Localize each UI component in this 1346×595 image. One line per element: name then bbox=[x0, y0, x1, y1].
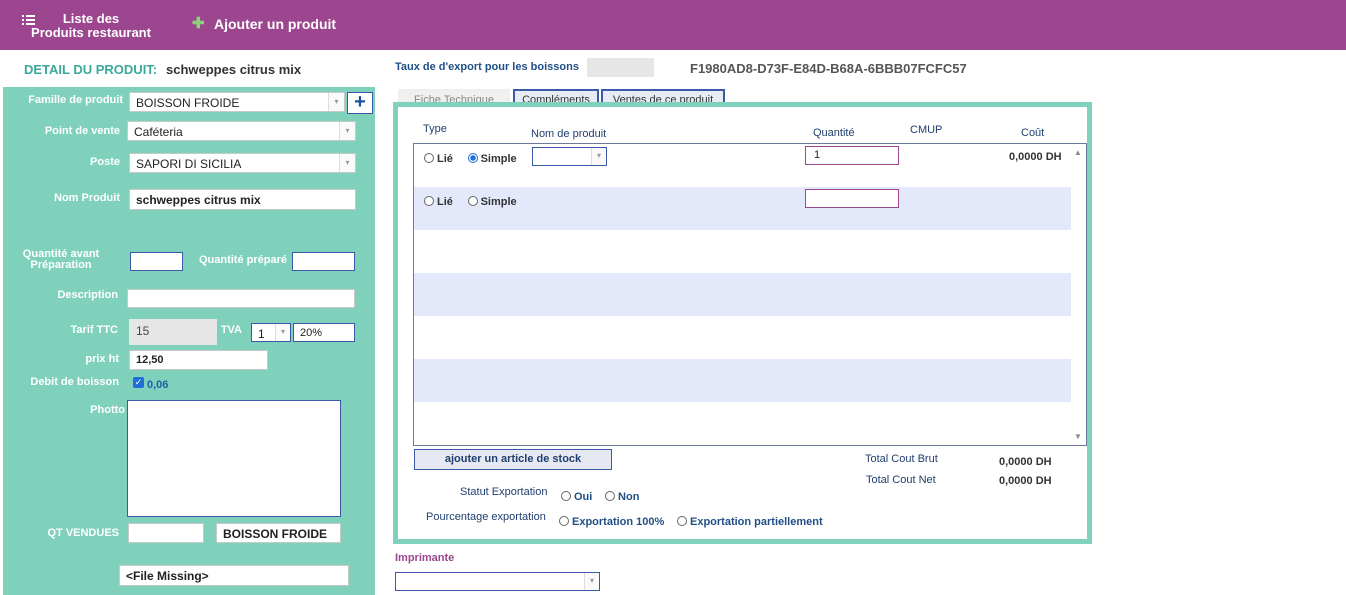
printer-label: Imprimante bbox=[395, 552, 455, 564]
famille-label: Famille de produit bbox=[28, 94, 123, 106]
nav-list-products[interactable]: Liste des Produits restaurant bbox=[30, 12, 152, 40]
radio-export-100-label: Exportation 100% bbox=[572, 516, 665, 528]
col-header-cout: Coût bbox=[1021, 127, 1045, 139]
poste-label: Poste bbox=[90, 156, 120, 168]
tva-label: TVA bbox=[220, 324, 242, 336]
scroll-up-icon[interactable]: ▲ bbox=[1074, 148, 1082, 157]
radio-lie-label: Lié bbox=[437, 153, 453, 165]
point-vente-select-value: Caféteria bbox=[134, 125, 183, 139]
qte-avant-label: Quantité avant Préparation bbox=[22, 248, 100, 271]
radio-export-100[interactable] bbox=[559, 516, 569, 526]
export-rate-label: Taux de d'export pour les boissons bbox=[395, 61, 579, 73]
poste-select[interactable]: SAPORI DI SICILIA ▾ bbox=[129, 153, 356, 173]
radio-simple-label: Simple bbox=[480, 196, 517, 208]
statut-export-radios: Oui Non bbox=[561, 489, 639, 503]
prix-ht-input[interactable]: 12,50 bbox=[129, 350, 268, 370]
tarif-label: Tarif TTC bbox=[70, 324, 118, 336]
chevron-down-icon: ▾ bbox=[584, 573, 599, 590]
radio-oui-label: Oui bbox=[574, 491, 593, 503]
grid-scrollbar[interactable]: ▲ ▼ bbox=[1071, 144, 1086, 445]
chevron-down-icon: ▾ bbox=[591, 148, 606, 165]
radio-oui[interactable] bbox=[561, 491, 571, 501]
col-header-type: Type bbox=[423, 123, 447, 135]
row1-type-radios: Lié Simple bbox=[424, 151, 517, 165]
total-net-value: 0,0000 DH bbox=[999, 475, 1052, 487]
detail-product-name: schweppes citrus mix bbox=[166, 62, 302, 77]
radio-non-label: Non bbox=[618, 491, 640, 503]
detail-title: DETAIL DU PRODUIT: bbox=[24, 62, 158, 77]
chevron-down-icon: ▾ bbox=[339, 154, 355, 172]
printer-select[interactable]: ▾ bbox=[395, 572, 600, 591]
photo-label: Photto bbox=[90, 404, 125, 416]
qt-famille-display: BOISSON FROIDE bbox=[216, 523, 341, 543]
tva-rate-input[interactable]: 20% bbox=[293, 323, 355, 342]
chevron-down-icon: ▾ bbox=[275, 324, 290, 341]
row1-product-select[interactable]: ▾ bbox=[532, 147, 607, 166]
table-row bbox=[414, 402, 1071, 445]
total-brut-value: 0,0000 DH bbox=[999, 456, 1052, 468]
radio-export-partiel[interactable] bbox=[677, 516, 687, 526]
radio-lie[interactable] bbox=[424, 196, 434, 206]
pourcentage-export-radios: Exportation 100% Exportation partielleme… bbox=[559, 514, 823, 528]
nom-produit-label: Nom Produit bbox=[54, 192, 120, 204]
export-rate-input[interactable] bbox=[587, 58, 654, 77]
nom-produit-input[interactable]: schweppes citrus mix bbox=[129, 189, 356, 210]
table-row bbox=[414, 273, 1071, 316]
tarif-input[interactable]: 15 bbox=[129, 319, 217, 345]
tva-select[interactable]: 1 ▾ bbox=[251, 323, 291, 342]
add-famille-button[interactable]: + bbox=[347, 92, 373, 114]
qte-prep-input[interactable] bbox=[292, 252, 355, 271]
statut-export-label: Statut Exportation bbox=[460, 486, 548, 498]
prix-ht-label: prix ht bbox=[85, 353, 119, 365]
table-row bbox=[414, 316, 1071, 359]
plus-icon[interactable]: ✚ bbox=[192, 14, 205, 32]
row2-quantity-input[interactable] bbox=[805, 189, 899, 208]
poste-select-value: SAPORI DI SICILIA bbox=[136, 157, 242, 171]
col-header-cmup: CMUP bbox=[910, 124, 943, 136]
add-stock-article-button[interactable]: ajouter un article de stock bbox=[414, 449, 612, 470]
row2-type-radios: Lié Simple bbox=[424, 194, 517, 208]
famille-select[interactable]: BOISSON FROIDE ▾ bbox=[129, 92, 345, 112]
row1-cost: 0,0000 DH bbox=[1009, 151, 1062, 163]
file-missing-field[interactable]: <File Missing> bbox=[119, 565, 349, 586]
famille-select-value: BOISSON FROIDE bbox=[136, 96, 240, 110]
pourcentage-export-label: Pourcentage exportation bbox=[426, 511, 546, 523]
scroll-down-icon[interactable]: ▼ bbox=[1074, 432, 1082, 441]
chevron-down-icon: ▾ bbox=[328, 93, 344, 111]
table-row bbox=[414, 359, 1071, 402]
chevron-down-icon: ▾ bbox=[339, 122, 355, 140]
plus-icon: + bbox=[354, 91, 366, 113]
product-guid: F1980AD8-D73F-E84D-B68A-6BBB07FCFC57 bbox=[690, 61, 967, 76]
description-input[interactable] bbox=[127, 289, 355, 308]
radio-simple[interactable] bbox=[467, 153, 478, 163]
radio-simple-label: Simple bbox=[480, 153, 517, 165]
qte-avant-input[interactable] bbox=[130, 252, 183, 271]
radio-lie[interactable] bbox=[424, 153, 434, 163]
point-vente-select[interactable]: Caféteria ▾ bbox=[127, 121, 356, 141]
total-brut-label: Total Cout Brut bbox=[865, 453, 938, 465]
qt-vendues-input[interactable] bbox=[128, 523, 204, 543]
point-vente-label: Point de vente bbox=[44, 125, 120, 137]
composition-grid: ▲ ▼ bbox=[413, 143, 1087, 446]
nav-add-product[interactable]: Ajouter un produit bbox=[214, 16, 336, 32]
debit-value: 0,06 bbox=[147, 379, 169, 391]
radio-non[interactable] bbox=[605, 491, 616, 501]
description-label: Description bbox=[57, 289, 118, 301]
radio-lie-label: Lié bbox=[437, 196, 453, 208]
col-header-quantite: Quantité bbox=[813, 127, 855, 139]
photo-area[interactable] bbox=[127, 400, 341, 517]
radio-export-partiel-label: Exportation partiellement bbox=[690, 516, 823, 528]
tva-select-value: 1 bbox=[258, 327, 265, 341]
debit-label: Debit de boisson bbox=[30, 376, 119, 388]
col-header-nom: Nom de produit bbox=[531, 128, 607, 140]
qte-prep-label: Quantité préparé bbox=[198, 254, 287, 266]
qt-vendues-label: QT VENDUES bbox=[47, 527, 119, 539]
radio-simple[interactable] bbox=[467, 196, 478, 206]
total-net-label: Total Cout Net bbox=[866, 474, 936, 486]
row1-quantity-input[interactable]: 1 bbox=[805, 146, 899, 165]
table-row bbox=[414, 230, 1071, 273]
debit-checkbox[interactable]: ✓ bbox=[133, 377, 144, 388]
